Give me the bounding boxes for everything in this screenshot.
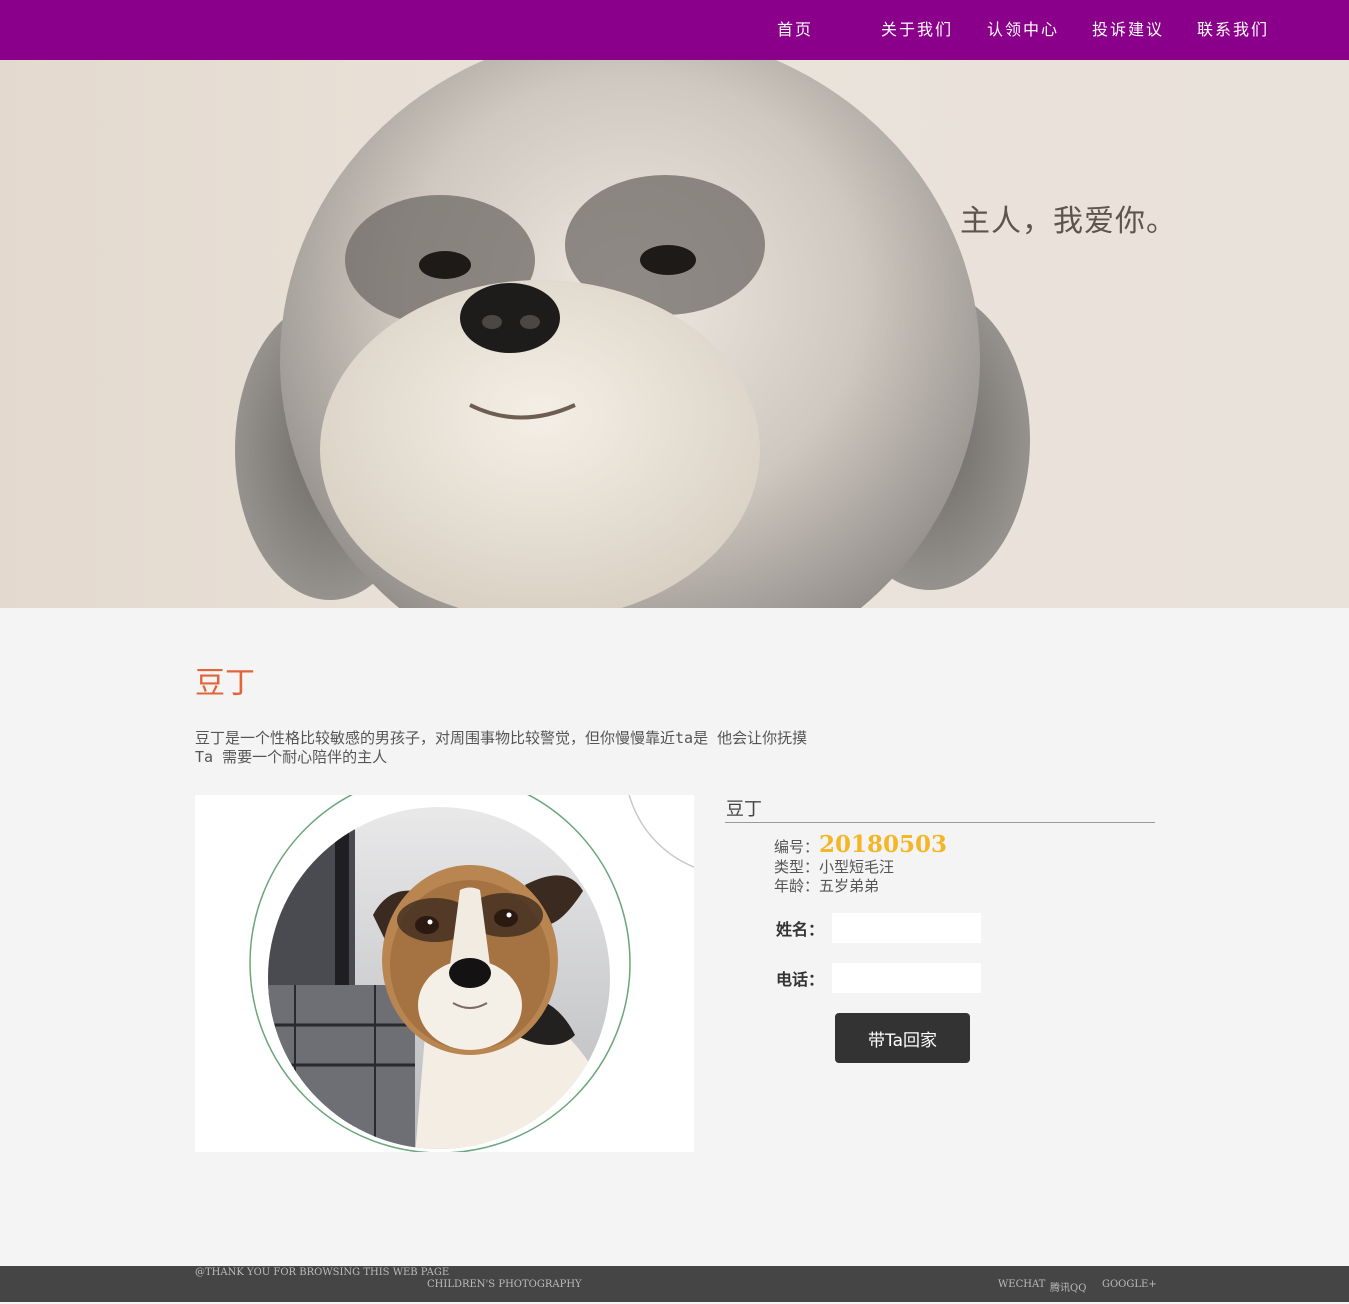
pet-id-value: 20180503 — [819, 831, 948, 858]
footer-link-qq[interactable]: 腾讯QQ — [1050, 1279, 1086, 1294]
banner-dog-illustration — [235, 60, 1030, 608]
footer: @THANK YOU FOR BROWSING THIS WEB PAGE CH… — [0, 1266, 1349, 1302]
pet-title: 豆丁 — [195, 666, 255, 701]
nav-item-contact[interactable]: 联系我们 — [1197, 0, 1269, 60]
nav-item-about[interactable]: 关于我们 — [881, 0, 953, 60]
pet-type-line: 类型：小型短毛汪 — [774, 858, 895, 876]
footer-link-google[interactable]: GOOGLE+ — [1102, 1279, 1157, 1290]
adopt-button[interactable]: 带Ta回家 — [835, 1013, 970, 1063]
pet-description-line: Ta 需要一个耐心陪伴的主人 — [195, 748, 388, 766]
pet-id-line: 编号：20180503 — [774, 831, 947, 858]
name-field-label: 姓名： — [776, 920, 825, 939]
footer-subtitle: CHILDREN'S PHOTOGRAPHY — [427, 1279, 582, 1290]
pet-photo-frame — [195, 795, 694, 1152]
top-navbar: 首页 关于我们 认领中心 投诉建议 联系我们 — [0, 0, 1349, 60]
nav-item-home[interactable]: 首页 — [777, 0, 813, 60]
footer-link-wechat[interactable]: WECHAT — [998, 1279, 1045, 1290]
banner-caption: 主人，我爱你。 — [960, 204, 1177, 239]
nav-item-complaints[interactable]: 投诉建议 — [1092, 0, 1164, 60]
hero-banner: 主人，我爱你。 — [0, 60, 1349, 608]
pet-photo — [249, 795, 694, 1152]
phone-field-label: 电话： — [776, 970, 825, 989]
pet-age-line: 年龄：五岁弟弟 — [774, 877, 880, 895]
pet-description: 豆丁是一个性格比较敏感的男孩子，对周围事物比较警觉，但你慢慢靠近ta是 他会让你… — [195, 729, 875, 767]
name-input[interactable] — [832, 913, 981, 943]
phone-input[interactable] — [832, 963, 981, 993]
pet-id-label: 编号： — [774, 838, 820, 856]
pet-description-line: 豆丁是一个性格比较敏感的男孩子，对周围事物比较警觉，但你慢慢靠近ta是 他会让你… — [195, 729, 808, 747]
nav-item-adoption[interactable]: 认领中心 — [987, 0, 1059, 60]
footer-thanks-text: @THANK YOU FOR BROWSING THIS WEB PAGE — [195, 1267, 450, 1278]
pet-name-heading: 豆丁 — [726, 799, 762, 820]
divider — [725, 822, 1155, 823]
